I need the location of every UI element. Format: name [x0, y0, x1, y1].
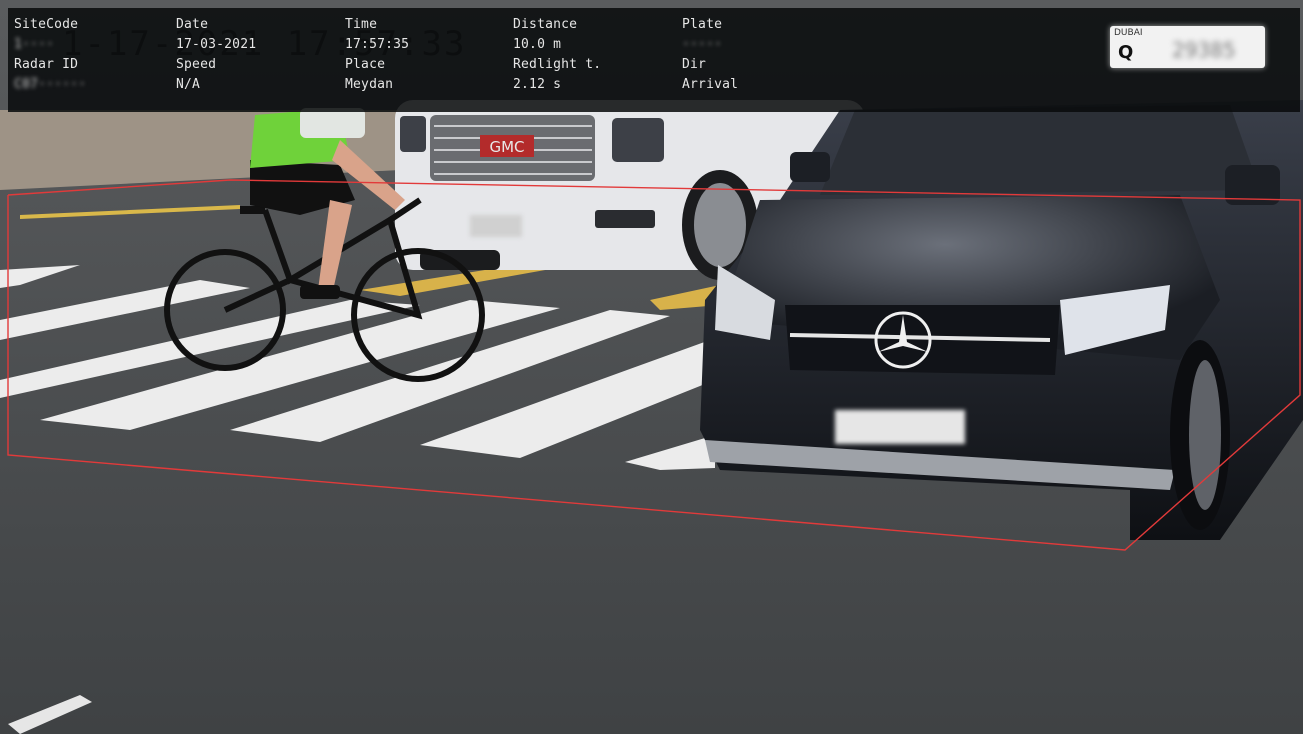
- time-label: Time: [345, 17, 378, 32]
- place-value: Meydan: [345, 77, 394, 92]
- radar-id-value: C07······: [14, 77, 87, 92]
- sitecode-value: 1····: [14, 37, 55, 52]
- place-label: Place: [345, 57, 386, 72]
- license-plate-crop: DUBAI Q 29385: [1110, 26, 1265, 68]
- distance-value: 10.0 m: [513, 37, 562, 52]
- redlight-value: 2.12 s: [513, 77, 562, 92]
- sitecode-label: SiteCode: [14, 17, 79, 32]
- plate-number: 29385: [1172, 38, 1236, 62]
- camera-frame: GMC 1-17-2021 17:57:33 SiteCode 1···· Da…: [0, 0, 1303, 734]
- dir-label: Dir: [682, 57, 707, 72]
- radar-id-label: Radar ID: [14, 57, 79, 72]
- plate-emirate: DUBAI: [1114, 28, 1143, 38]
- date-value: 17-03-2021: [176, 37, 257, 52]
- svg-text:GMC: GMC: [489, 138, 524, 156]
- speed-label: Speed: [176, 57, 217, 72]
- plate-letter: Q: [1118, 42, 1134, 63]
- plate-value: ·····: [682, 37, 723, 52]
- date-label: Date: [176, 17, 209, 32]
- distance-label: Distance: [513, 17, 578, 32]
- time-value: 17:57:35: [345, 37, 410, 52]
- dir-value: Arrival: [682, 77, 739, 92]
- speed-value: N/A: [176, 77, 201, 92]
- plate-label: Plate: [682, 17, 723, 32]
- redlight-label: Redlight t.: [513, 57, 602, 72]
